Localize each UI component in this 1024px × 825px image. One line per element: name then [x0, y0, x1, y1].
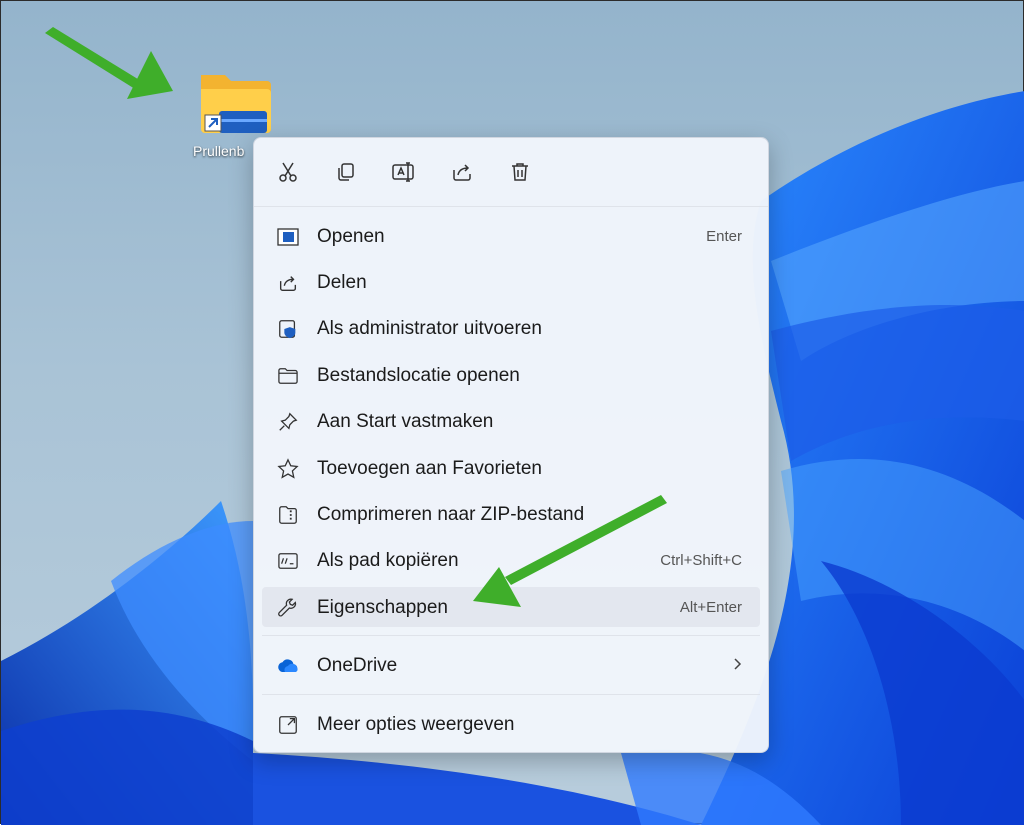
menu-item-label: Aan Start vastmaken	[317, 411, 494, 432]
menu-item-copy-as-path[interactable]: Als pad kopiëren Ctrl+Shift+C	[262, 540, 760, 580]
delete-icon	[512, 163, 528, 181]
menu-item-properties[interactable]: Eigenschappen Alt+Enter	[262, 587, 760, 627]
context-menu: Openen Enter Delen Als administrator uit…	[253, 137, 769, 753]
menu-item-open-file-location[interactable]: Bestandslocatie openen	[262, 355, 760, 395]
menu-separator	[262, 635, 760, 636]
menu-item-run-as-admin[interactable]: Als administrator uitvoeren	[262, 308, 760, 348]
desktop-shortcut[interactable]: Prullenb	[187, 67, 283, 159]
rename-icon	[392, 162, 414, 182]
menu-item-label: Openen	[317, 226, 385, 247]
copy-button[interactable]	[326, 152, 366, 192]
admin-shield-icon	[276, 317, 300, 341]
menu-item-label: Eigenschappen	[317, 597, 448, 618]
menu-item-show-more-options[interactable]: Meer opties weergeven	[262, 704, 760, 744]
menu-item-shortcut: Ctrl+Shift+C	[660, 552, 742, 569]
onedrive-cloud-icon	[276, 654, 300, 678]
menu-item-label: Als pad kopiëren	[317, 550, 459, 571]
menu-item-onedrive[interactable]: OneDrive	[262, 645, 760, 685]
star-icon	[276, 457, 300, 481]
menu-item-label: OneDrive	[317, 655, 398, 676]
menu-item-delen[interactable]: Delen	[262, 262, 760, 302]
menu-item-openen[interactable]: Openen Enter	[262, 216, 760, 256]
copy-path-icon	[276, 549, 300, 573]
share-icon	[276, 271, 300, 295]
more-options-icon	[276, 713, 300, 737]
menu-item-add-to-favorites[interactable]: Toevoegen aan Favorieten	[262, 448, 760, 488]
menu-item-shortcut: Enter	[706, 228, 742, 245]
context-menu-toolbar	[254, 138, 768, 207]
menu-item-label: Delen	[317, 272, 367, 293]
menu-separator	[262, 694, 760, 695]
desktop: Prullenb Openen Enter Delen Als administ…	[0, 0, 1024, 825]
wrench-icon	[276, 596, 300, 620]
menu-item-compress-zip[interactable]: Comprimeren naar ZIP-bestand	[262, 494, 760, 534]
menu-item-label: Als administrator uitvoeren	[317, 318, 542, 339]
delete-button[interactable]	[500, 152, 540, 192]
cut-icon	[279, 162, 297, 182]
chevron-right-icon	[732, 657, 742, 676]
menu-item-label: Toevoegen aan Favorieten	[317, 458, 542, 479]
copy-icon	[338, 163, 354, 181]
folder-shortcut-icon	[201, 75, 271, 133]
open-icon	[276, 225, 300, 249]
share-button[interactable]	[442, 152, 482, 192]
menu-item-label: Comprimeren naar ZIP-bestand	[317, 504, 585, 525]
folder-icon	[276, 364, 300, 388]
pin-icon	[276, 410, 300, 434]
menu-item-shortcut: Alt+Enter	[679, 599, 742, 616]
rename-button[interactable]	[384, 152, 424, 192]
zip-icon	[276, 503, 300, 527]
menu-item-label: Meer opties weergeven	[317, 714, 515, 735]
menu-item-label: Bestandslocatie openen	[317, 365, 520, 386]
cut-button[interactable]	[268, 152, 308, 192]
share-icon	[453, 164, 471, 181]
menu-item-pin-to-start[interactable]: Aan Start vastmaken	[262, 401, 760, 441]
desktop-icon-label: Prullenb	[193, 143, 245, 159]
